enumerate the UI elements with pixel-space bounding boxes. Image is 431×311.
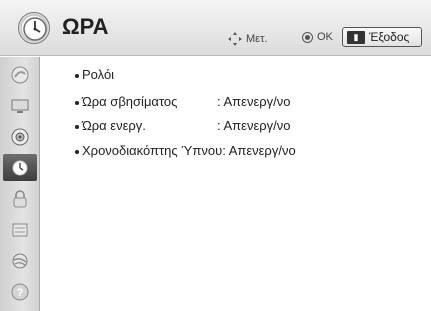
svg-text:?: ? bbox=[17, 287, 24, 299]
time-menu-clock-icon bbox=[18, 12, 50, 44]
bullet bbox=[75, 73, 79, 78]
options-icon bbox=[12, 223, 28, 236]
network-icon bbox=[12, 253, 28, 268]
sidebar-item-screen[interactable] bbox=[3, 92, 37, 119]
menu-item-label: Ώρα ενεργ. bbox=[82, 118, 146, 133]
audio-icon bbox=[11, 128, 29, 145]
menu-item-value: : Απενεργ/νο bbox=[217, 94, 291, 109]
screen-icon bbox=[11, 99, 29, 113]
sidebar-item-options[interactable] bbox=[3, 216, 37, 243]
menu-item-label: Χρονοδιακόπτης Ύπνου: Απενεργ/νο bbox=[82, 143, 296, 158]
sidebar-item-time[interactable] bbox=[3, 154, 37, 181]
navigation-hint-label: Μετ. bbox=[246, 33, 268, 45]
sidebar-item-network[interactable] bbox=[3, 247, 37, 274]
page-title: ΩΡΑ bbox=[62, 14, 109, 39]
ok-button-icon bbox=[302, 31, 313, 43]
help-icon: ? bbox=[11, 283, 29, 300]
sidebar-item-audio[interactable] bbox=[3, 123, 37, 150]
menu-item-value: : Απενεργ/νο bbox=[217, 118, 291, 133]
bullet bbox=[75, 124, 79, 129]
menu-item-on-time[interactable]: Ώρα ενεργ. : Απενεργ/νο bbox=[75, 118, 290, 133]
menu-item-off-time[interactable]: Ώρα σβησίματος : Απενεργ/νο bbox=[75, 94, 290, 109]
bullet bbox=[75, 149, 79, 154]
menu-item-label: Ρολόι bbox=[82, 67, 115, 82]
exit-key-icon: ▮ bbox=[347, 30, 365, 44]
time-menu-list: Ρολόι Ώρα σβησίματος : Απενεργ/νο Ώρα εν… bbox=[41, 57, 431, 311]
picture-icon bbox=[11, 66, 29, 83]
time-settings-screen: ΩΡΑ Μετ. OK ▮ Έξοδος ? Ρολόι Ώρα σβησίμα… bbox=[0, 0, 431, 311]
ok-hint-label: OK bbox=[317, 31, 333, 43]
navigation-hint: Μετ. bbox=[227, 31, 267, 47]
lock-icon bbox=[13, 189, 27, 207]
navigation-arrows-icon bbox=[228, 32, 242, 46]
sidebar-item-help[interactable]: ? bbox=[3, 278, 37, 305]
menu-item-clock[interactable]: Ρολόι bbox=[75, 67, 114, 82]
header: ΩΡΑ Μετ. OK ▮ Έξοδος bbox=[0, 0, 431, 56]
sidebar-item-picture[interactable] bbox=[3, 61, 37, 88]
ok-hint: OK bbox=[302, 31, 333, 43]
exit-button[interactable]: ▮ Έξοδος bbox=[342, 27, 422, 47]
sidebar-item-lock[interactable] bbox=[3, 185, 37, 212]
bullet bbox=[75, 100, 79, 105]
clock-icon bbox=[12, 160, 28, 175]
menu-item-label: Ώρα σβησίματος bbox=[82, 94, 178, 109]
sidebar: ? bbox=[0, 57, 40, 311]
menu-item-sleep-timer[interactable]: Χρονοδιακόπτης Ύπνου: Απενεργ/νο bbox=[75, 143, 296, 158]
exit-button-label: Έξοδος bbox=[369, 30, 410, 44]
